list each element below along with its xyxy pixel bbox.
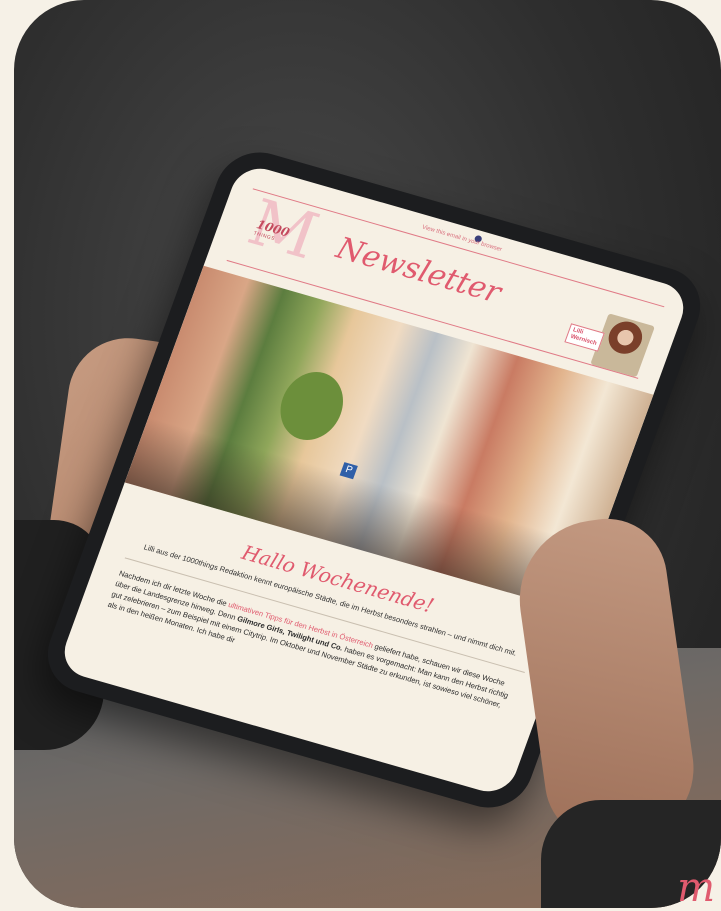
author-block: Lilli Wernisch <box>560 304 655 378</box>
author-name: Lilli Wernisch <box>564 323 605 352</box>
background-photo: View this email in your browser M 1000 T… <box>14 0 721 908</box>
brand-logo: M 1000 THINGS <box>239 186 327 274</box>
author-last-name: Wernisch <box>569 333 598 347</box>
brand-corner-mark: m <box>677 865 715 911</box>
hero-tree <box>270 364 353 448</box>
parking-sign: P <box>339 462 358 480</box>
